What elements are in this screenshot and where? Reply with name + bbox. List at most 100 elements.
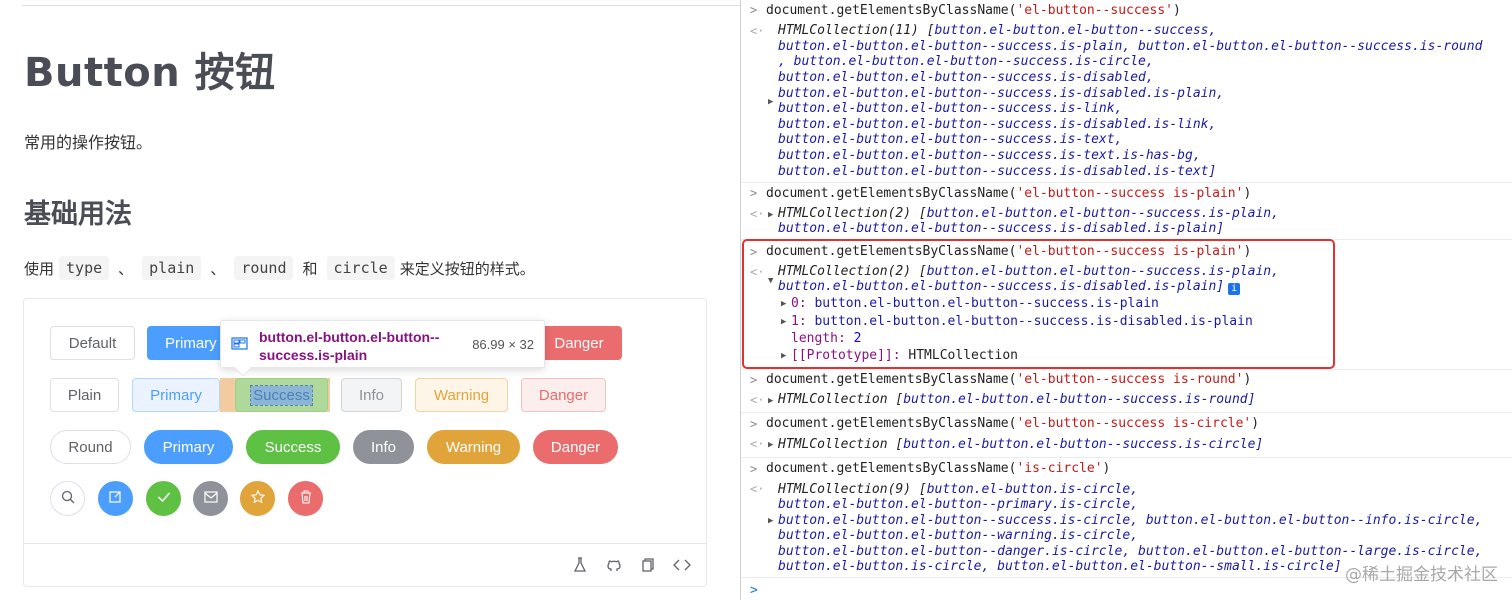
usage-and: 和 [302,259,318,278]
console-command[interactable]: document.getElementsByClassName('el-butt… [766,186,1251,202]
console-command[interactable]: document.getElementsByClassName('el-butt… [766,372,1251,388]
console-result[interactable]: HTMLCollection [button.el-button.el-butt… [778,437,1263,453]
console-result[interactable]: HTMLCollection(9) [button.el-button.is-c… [778,482,1138,498]
code-plain: plain [142,256,202,280]
expand-triangle-icon[interactable]: ▶ [768,97,773,107]
result-line: button.el-button.el-button--success.is-d… [778,164,1217,179]
expand-triangle-icon[interactable]: ▶ [768,210,773,220]
check-icon [157,490,171,507]
result-line: button.el-button.el-button--success.is-d… [778,86,1225,101]
return-arrow-icon: <· [750,207,765,221]
input-prompt-icon: > [750,417,758,431]
plain-info-button[interactable]: Info [341,378,402,412]
expand-triangle-icon[interactable]: ▶ [768,396,773,406]
copy-icon[interactable] [638,555,658,575]
result-line: , button.el-button.el-button--success.is… [778,54,1154,69]
plain-button[interactable]: Plain [50,378,119,412]
usage-text: 使用 type 、 plain 、 round 和 circle 来定义按钮的样… [24,256,535,280]
delete-icon [300,489,312,508]
result-line: button.el-button.el-button--primary.is-c… [778,497,1139,512]
round-button[interactable]: Round [50,430,131,464]
console-entry: > document.getElementsByClassName('el-bu… [741,370,1512,413]
demo-divider [24,543,706,544]
console-result[interactable]: HTMLCollection [button.el-button.el-butt… [778,392,1255,408]
usage-suffix: 来定义按钮的样式。 [399,259,535,278]
star-icon [250,489,265,508]
result-line: button.el-button.el-button--success.is-d… [778,221,1225,236]
circle-delete-button[interactable] [288,481,323,516]
code-round: round [234,256,294,280]
circle-star-button[interactable] [240,481,275,516]
code-icon[interactable] [672,555,692,575]
expand-triangle-icon[interactable]: ▶ [768,440,773,450]
round-danger-button[interactable]: Danger [533,430,618,464]
flex-layout-icon [231,337,248,355]
result-line: button.el-button.el-button--success.is-t… [778,132,1123,147]
result-line: button.el-button.el-button--success.is-c… [778,513,1483,528]
plain-success-label: Success [250,384,313,406]
console-input[interactable]: > [750,583,758,598]
divider [22,5,740,6]
console-entry: > document.getElementsByClassName('el-bu… [741,413,1512,458]
console-result[interactable]: HTMLCollection(11) [button.el-button.el-… [778,23,1216,39]
round-primary-button[interactable]: Primary [144,430,233,464]
return-arrow-icon: <· [750,393,765,407]
watermark: @稀土掘金技术社区 [1345,565,1498,585]
plain-primary-button[interactable]: Primary [132,378,220,412]
expand-triangle-icon[interactable]: ▶ [768,516,773,526]
console-entry: > document.getElementsByClassName('el-bu… [741,183,1512,240]
tooltip-selector: button.el-button.el-button--success.is-p… [259,329,440,363]
result-line: button.el-button.el-button--warning.is-c… [778,528,1139,543]
circle-check-button[interactable] [146,481,181,516]
page-title: Button 按钮 [24,50,276,96]
console-command[interactable]: document.getElementsByClassName('el-butt… [766,3,1181,19]
input-prompt-icon: > [750,186,758,200]
circle-message-button[interactable] [193,481,228,516]
playground-icon[interactable] [570,555,590,575]
return-arrow-icon: <· [750,24,765,38]
message-icon [203,490,218,507]
edit-icon [109,490,122,507]
tooltip-size: 86.99 × 32 [472,337,534,352]
usage-prefix: 使用 [24,259,55,278]
primary-button[interactable]: Primary [147,326,225,360]
section-title: 基础用法 [24,199,132,230]
search-icon [61,490,75,508]
circle-edit-button[interactable] [98,481,133,516]
demo-toolbar [570,555,692,575]
result-line: button.el-button.el-button--success.is-l… [778,101,1123,116]
round-info-button[interactable]: Info [353,430,414,464]
usage-sep: 、 [118,259,134,278]
result-line: button.el-button.is-circle, button.el-bu… [778,559,1342,574]
return-arrow-icon: <· [750,482,765,496]
result-line: button.el-button.el-button--success.is-t… [778,148,1201,163]
result-line: button.el-button.el-button--success.is-p… [778,39,1483,54]
console-command[interactable]: document.getElementsByClassName('is-circ… [766,461,1110,477]
highlight-box [742,239,1335,369]
code-circle: circle [326,256,395,280]
circle-search-button[interactable] [50,481,85,516]
console-command[interactable]: document.getElementsByClassName('el-butt… [766,416,1259,432]
default-button[interactable]: Default [50,326,135,360]
result-line: button.el-button.el-button--success.is-d… [778,117,1217,132]
plain-danger-button[interactable]: Danger [521,378,606,412]
console-result[interactable]: HTMLCollection(2) [button.el-button.el-b… [778,206,1279,222]
docs-pane: Button 按钮 常用的操作按钮。 基础用法 使用 type 、 plain … [0,0,740,600]
page-description: 常用的操作按钮。 [24,133,153,152]
code-type: type [59,256,110,280]
plain-warning-button[interactable]: Warning [415,378,508,412]
return-arrow-icon: <· [750,437,765,451]
github-icon[interactable] [604,555,624,575]
console-entry: > document.getElementsByClassName('el-bu… [741,0,1512,183]
round-warning-button[interactable]: Warning [427,430,520,464]
input-prompt-icon: > [750,462,758,476]
danger-button[interactable]: Danger [536,326,622,360]
plain-success-button[interactable]: Success [235,378,328,412]
input-prompt-icon: > [750,373,758,387]
round-success-button[interactable]: Success [246,430,340,464]
result-line: button.el-button.el-button--success.is-d… [778,70,1154,85]
input-prompt-icon: > [750,3,758,17]
inspector-tooltip: button.el-button.el-button--success.is-p… [220,320,545,377]
usage-sep: 、 [210,259,226,278]
result-line: button.el-button.el-button--danger.is-ci… [778,544,1483,559]
